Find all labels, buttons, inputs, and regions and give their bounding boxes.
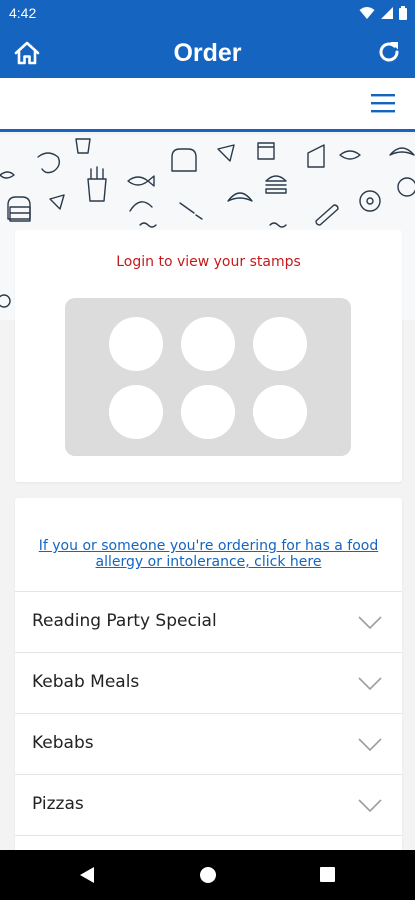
- chevron-down-icon: [358, 738, 382, 752]
- status-icons: [359, 6, 407, 20]
- chevron-down-icon: [358, 616, 382, 630]
- status-bar: 4:42: [0, 0, 415, 28]
- recent-apps-icon[interactable]: [320, 867, 335, 882]
- stamp-slot: [109, 385, 163, 439]
- stamp-grid: [65, 298, 351, 456]
- hamburger-menu-icon[interactable]: [371, 92, 395, 114]
- sub-header: [0, 78, 415, 132]
- allergy-info-link[interactable]: If you or someone you're ordering for ha…: [35, 538, 382, 570]
- stamp-slot: [253, 385, 307, 439]
- stamp-slot: [181, 385, 235, 439]
- refresh-icon[interactable]: [375, 38, 403, 66]
- battery-icon: [399, 6, 407, 20]
- stamp-slot: [253, 317, 307, 371]
- stamps-card: Login to view your stamps: [15, 230, 402, 482]
- category-row-kebabs[interactable]: Kebabs: [15, 713, 402, 774]
- wifi-icon: [359, 7, 375, 19]
- app-bar: Order: [0, 28, 415, 78]
- menu-card: If you or someone you're ordering for ha…: [15, 498, 402, 898]
- page-title: Order: [173, 39, 242, 67]
- back-icon[interactable]: [79, 866, 95, 884]
- stamp-slot: [109, 317, 163, 371]
- system-nav-bar: [0, 850, 415, 900]
- signal-icon: [381, 7, 393, 19]
- category-row-kebab-meals[interactable]: Kebab Meals: [15, 652, 402, 713]
- category-label: Pizzas: [32, 794, 84, 814]
- category-row-pizzas[interactable]: Pizzas: [15, 774, 402, 835]
- stamp-slot: [181, 317, 235, 371]
- home-circle-icon[interactable]: [200, 867, 216, 883]
- category-label: Reading Party Special: [32, 611, 217, 631]
- status-time: 4:42: [9, 5, 37, 21]
- chevron-down-icon: [358, 799, 382, 813]
- category-label: Kebab Meals: [32, 672, 140, 692]
- category-label: Kebabs: [32, 733, 94, 753]
- stamps-login-prompt[interactable]: Login to view your stamps: [15, 254, 402, 270]
- chevron-down-icon: [358, 677, 382, 691]
- category-row-reading-party-special[interactable]: Reading Party Special: [15, 591, 402, 652]
